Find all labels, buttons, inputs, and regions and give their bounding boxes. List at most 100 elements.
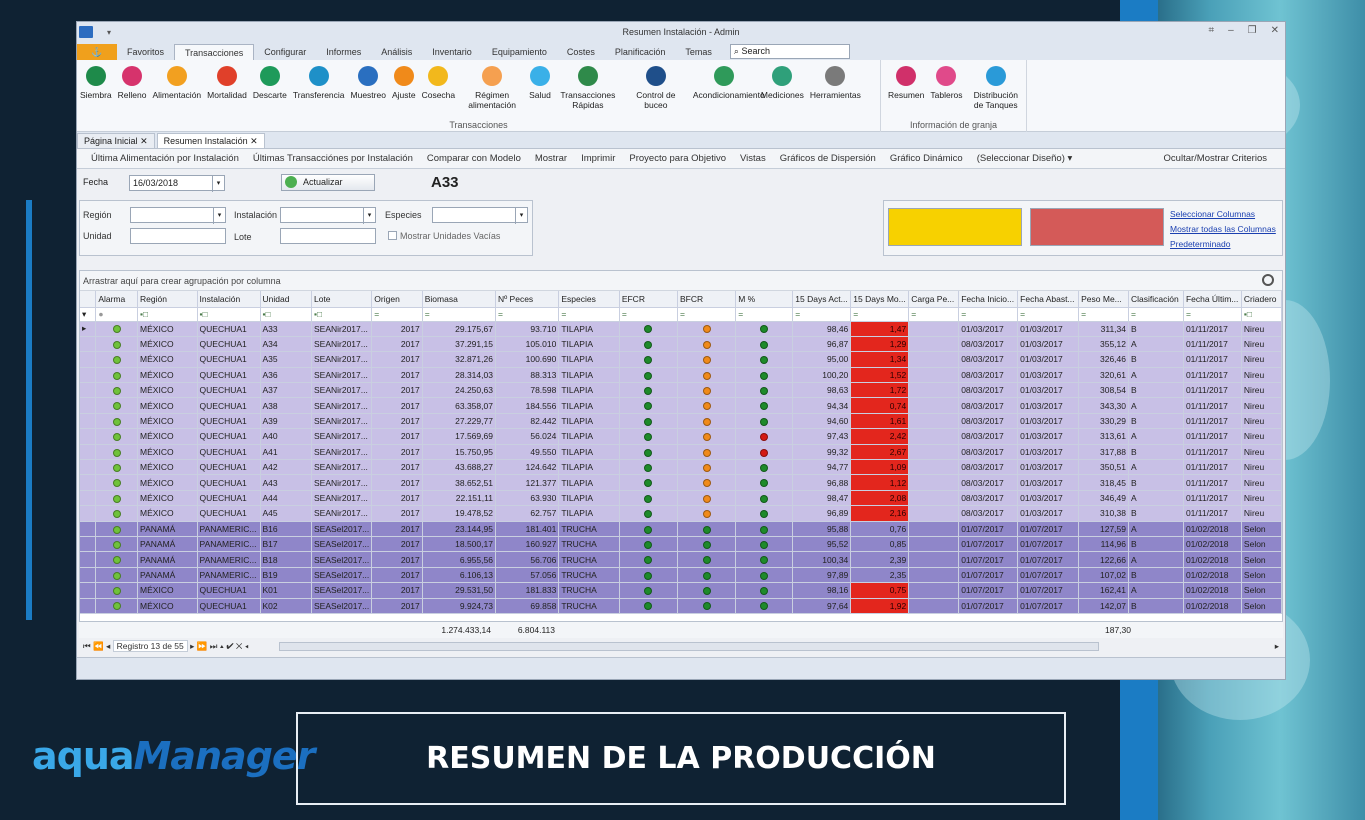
nav-last-icon[interactable]: ⏭: [210, 641, 218, 651]
toolbar-item[interactable]: Gráficos de Dispersión: [780, 153, 876, 164]
unidad-input[interactable]: [130, 228, 226, 244]
table-row[interactable]: MÉXICO QUECHUA1 A40 SEANir2017... 2017 17.569…: [80, 428, 1282, 445]
region-select[interactable]: ▾: [130, 207, 226, 224]
filter-cell[interactable]: =: [422, 307, 496, 322]
ribbon-button[interactable]: Ajuste: [392, 66, 416, 110]
column-header[interactable]: 15 Days Act...: [792, 291, 852, 308]
toolbar-item[interactable]: (Seleccionar Diseño) ▾: [977, 153, 1073, 164]
filter-cell[interactable]: ▪□: [260, 307, 312, 322]
filter-cell[interactable]: =: [495, 307, 560, 322]
filter-cell[interactable]: ▪□: [197, 307, 261, 322]
toolbar-item[interactable]: Última Alimentación por Instalación: [91, 153, 239, 164]
ribbon-button[interactable]: Transferencia: [293, 66, 345, 110]
ribbon-button[interactable]: Régimen alimentación: [461, 66, 523, 110]
search-input[interactable]: ⌕ Search: [729, 44, 850, 59]
minimize-icon[interactable]: –: [1228, 25, 1234, 36]
file-tab[interactable]: ⚓: [77, 44, 117, 60]
ribbon-tab[interactable]: Temas: [675, 44, 722, 60]
column-header[interactable]: Región: [137, 291, 198, 308]
toolbar-item[interactable]: Imprimir: [581, 153, 615, 164]
ribbon-button[interactable]: Herramientas: [810, 66, 861, 110]
lote-input[interactable]: [280, 228, 376, 244]
ribbon-button[interactable]: Mediciones: [761, 66, 804, 110]
column-header[interactable]: 15 Days Mo...: [850, 291, 910, 308]
column-header[interactable]: Fecha Últim...: [1183, 291, 1242, 308]
ribbon-button[interactable]: Distribución de Tanques: [969, 66, 1023, 110]
table-row[interactable]: PANAMÁ PANAMERIC... B19 SEASel2017... 2017 6.…: [80, 567, 1282, 584]
column-header[interactable]: Criadero: [1241, 291, 1282, 308]
filter-cell[interactable]: =: [1128, 307, 1184, 322]
select-columns-link[interactable]: Seleccionar Columnas: [1170, 209, 1255, 219]
filter-cell[interactable]: =: [850, 307, 910, 322]
search-icon[interactable]: [1262, 274, 1274, 286]
red-swatch[interactable]: [1030, 208, 1164, 246]
table-row[interactable]: ▸ MÉXICO QUECHUA1 A33 SEANir2017... 2017 29.17…: [80, 321, 1282, 337]
table-row[interactable]: MÉXICO QUECHUA1 A41 SEANir2017... 2017 15.750…: [80, 444, 1282, 461]
instalacion-select[interactable]: ▾: [280, 207, 376, 224]
ribbon-button[interactable]: Salud: [529, 66, 551, 110]
filter-cell[interactable]: =: [371, 307, 423, 322]
ribbon-button[interactable]: Relleno: [118, 66, 146, 110]
toolbar-item[interactable]: Vistas: [740, 153, 766, 164]
restore-layout-icon[interactable]: ⌗: [1208, 25, 1214, 36]
ribbon-tab[interactable]: Costes: [557, 44, 605, 60]
ribbon-tab[interactable]: Configurar: [254, 44, 316, 60]
close-icon[interactable]: ✕: [1271, 25, 1279, 36]
especies-select[interactable]: ▾: [432, 207, 528, 224]
column-header[interactable]: M %: [735, 291, 794, 308]
filter-cell[interactable]: =: [735, 307, 794, 322]
column-header[interactable]: Carga Pe...: [908, 291, 960, 308]
ribbon-tab[interactable]: Favoritos: [117, 44, 174, 60]
filter-cell[interactable]: =: [558, 307, 620, 322]
table-row[interactable]: PANAMÁ PANAMERIC... B17 SEASel2017... 2017 18…: [80, 536, 1282, 553]
chevron-down-icon[interactable]: ▾: [212, 176, 224, 192]
column-header[interactable]: Biomasa: [422, 291, 496, 308]
column-header[interactable]: Alarma: [95, 291, 139, 308]
tab-resumen-instalacion[interactable]: Resumen Instalación ✕: [156, 133, 265, 148]
column-header[interactable]: EFCR: [619, 291, 679, 308]
table-row[interactable]: MÉXICO QUECHUA1 A35 SEANir2017... 2017 32.871…: [80, 351, 1282, 368]
table-row[interactable]: PANAMÁ PANAMERIC... B18 SEASel2017... 2017 6.…: [80, 551, 1282, 568]
column-header[interactable]: Origen: [371, 291, 423, 308]
table-row[interactable]: MÉXICO QUECHUA1 A43 SEANir2017... 2017 38.652…: [80, 474, 1282, 491]
column-header[interactable]: Unidad: [260, 291, 312, 308]
table-row[interactable]: MÉXICO QUECHUA1 A44 SEANir2017... 2017 22.151…: [80, 490, 1282, 507]
column-header[interactable]: Fecha Inicio...: [958, 291, 1019, 308]
filter-cell[interactable]: =: [1183, 307, 1242, 322]
toolbar-item[interactable]: Mostrar: [535, 153, 567, 164]
maximize-icon[interactable]: ❐: [1248, 25, 1257, 36]
nav-add-icon[interactable]: ▴: [220, 641, 224, 651]
horizontal-scrollbar[interactable]: [279, 642, 1099, 651]
filter-cell[interactable]: ●: [95, 307, 139, 322]
nav-scroll-left-icon[interactable]: ◂: [245, 641, 249, 651]
ribbon-button[interactable]: Resumen: [888, 66, 924, 110]
tab-pagina-inicial[interactable]: Página Inicial ✕: [77, 133, 155, 148]
filter-cell[interactable]: =: [792, 307, 852, 322]
nav-scroll-right-icon[interactable]: ▸: [1275, 638, 1279, 654]
group-by-bar[interactable]: Arrastrar aquí para crear agrupación por…: [80, 271, 1282, 291]
table-row[interactable]: MÉXICO QUECHUA1 K01 SEASel2017... 2017 29.531…: [80, 582, 1282, 599]
yellow-swatch[interactable]: [888, 208, 1022, 246]
nav-next-icon[interactable]: ▸: [190, 641, 194, 651]
ribbon-tab[interactable]: Equipamiento: [482, 44, 557, 60]
table-row[interactable]: PANAMÁ PANAMERIC... B16 SEASel2017... 2017 23…: [80, 521, 1282, 537]
ribbon-tab[interactable]: Informes: [316, 44, 371, 60]
nav-next-page-icon[interactable]: ⏩: [197, 641, 208, 651]
toolbar-item[interactable]: Gráfico Dinámico: [890, 153, 963, 164]
filter-icon[interactable]: ▾: [80, 307, 97, 322]
ribbon-tab[interactable]: Inventario: [422, 44, 482, 60]
toolbar-item[interactable]: Proyecto para Objetivo: [629, 153, 726, 164]
ribbon-button[interactable]: Transacciones Rápidas: [557, 66, 619, 110]
table-row[interactable]: MÉXICO QUECHUA1 K02 SEASel2017... 2017 9.924,…: [80, 598, 1282, 614]
show-all-columns-link[interactable]: Mostrar todas las Columnas: [1170, 224, 1276, 234]
ribbon-tab[interactable]: Transacciones: [174, 44, 255, 60]
filter-cell[interactable]: =: [908, 307, 960, 322]
nav-first-icon[interactable]: ⏮: [83, 641, 91, 651]
default-link[interactable]: Predeterminado: [1170, 239, 1230, 249]
filter-cell[interactable]: =: [958, 307, 1019, 322]
filter-cell[interactable]: =: [1017, 307, 1080, 322]
ribbon-button[interactable]: Siembra: [80, 66, 112, 110]
column-header[interactable]: Clasificación: [1128, 291, 1184, 308]
ribbon-button[interactable]: Tableros: [930, 66, 963, 110]
table-row[interactable]: MÉXICO QUECHUA1 A42 SEANir2017... 2017 43.688…: [80, 459, 1282, 476]
